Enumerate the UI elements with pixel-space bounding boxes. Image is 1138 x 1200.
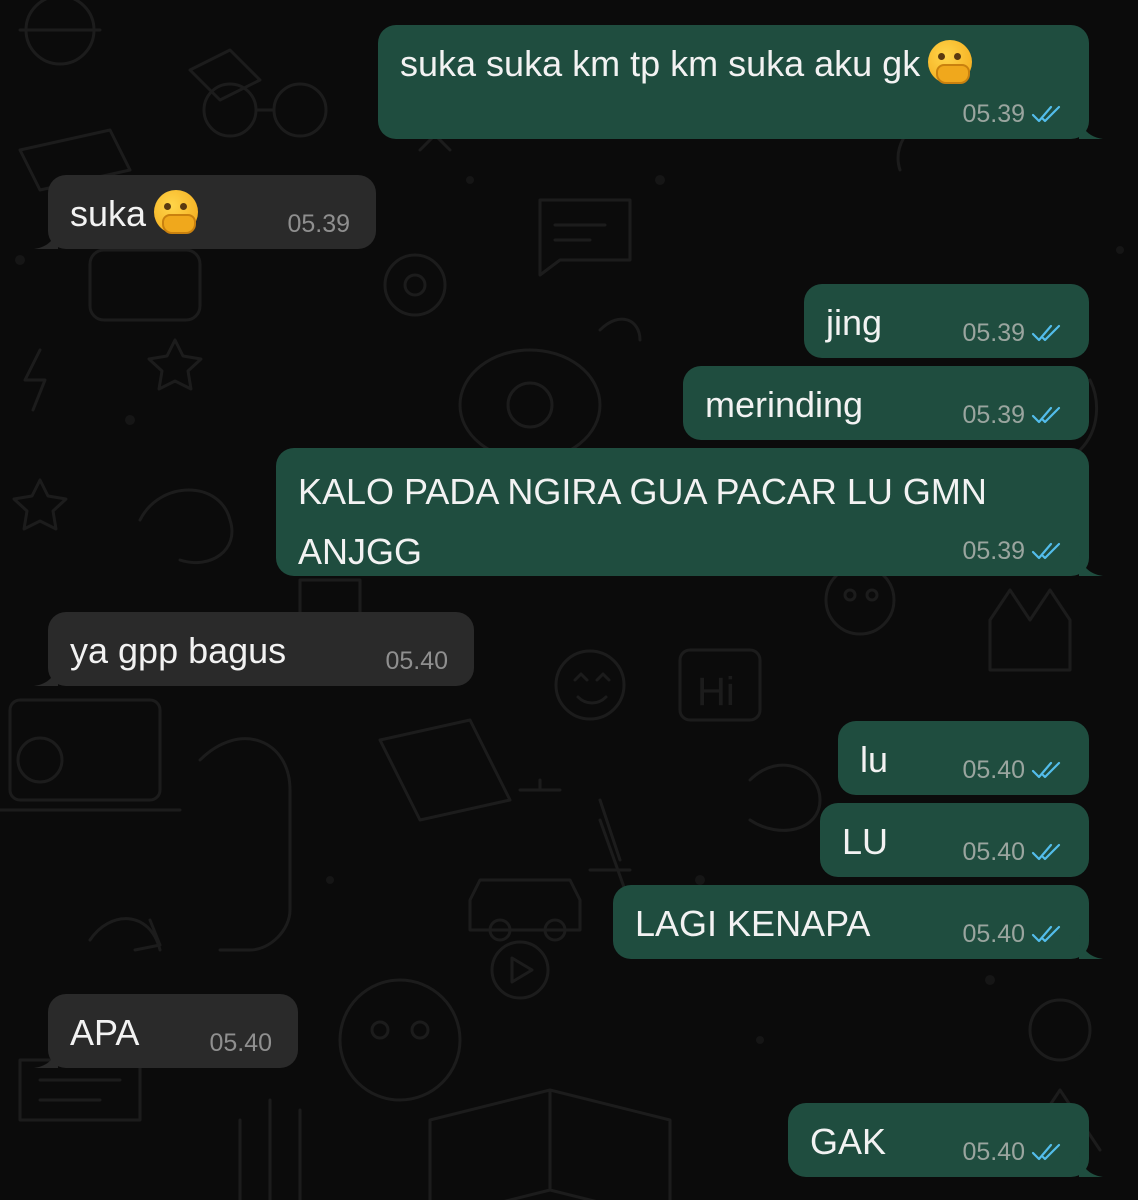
message-meta: 05.40 [962,837,1063,867]
message-time: 05.40 [385,647,448,675]
message-time: 05.40 [962,920,1025,948]
double-check-read-icon [1031,843,1061,861]
message-text: suka suka km tp km suka aku gk [400,37,1065,91]
double-check-read-icon [1031,406,1061,424]
bubble-tail [1079,1153,1103,1177]
outgoing-message[interactable]: KALO PADA NGIRA GUA PACAR LU GMN ANJGG 0… [276,448,1103,576]
message-meta: 05.39 [962,536,1063,566]
double-check-read-icon [1031,925,1061,943]
double-check-read-icon [1031,761,1061,779]
incoming-message[interactable]: suka 05.39 [34,175,376,249]
message-meta: 05.40 [962,1137,1063,1167]
double-check-read-icon [1031,542,1061,560]
bubble-tail [1079,552,1103,576]
outgoing-message[interactable]: merinding 05.39 [683,366,1089,440]
face-with-hand-over-mouth-emoji [928,40,973,84]
message-time: 05.40 [962,838,1025,866]
bubble-tail [34,1044,58,1068]
message-meta: 05.40 [209,1028,272,1058]
message-meta: 05.39 [962,400,1063,430]
message-time: 05.40 [209,1029,272,1057]
message-meta: 05.39 [962,318,1063,348]
double-check-read-icon [1031,324,1061,342]
double-check-read-icon [1031,1143,1061,1161]
double-check-read-icon [1031,105,1061,123]
outgoing-message[interactable]: GAK 05.40 [788,1103,1103,1177]
svg-text:Hi: Hi [697,670,735,714]
message-meta: 05.39 [962,99,1063,129]
bubble-tail [1079,935,1103,959]
bubble-tail [34,225,58,249]
bubble-tail [1079,115,1103,139]
message-time: 05.39 [962,401,1025,429]
message-time: 05.39 [962,537,1025,565]
message-meta: 05.40 [962,919,1063,949]
message-meta: 05.40 [962,755,1063,785]
outgoing-message[interactable]: jing 05.39 [804,284,1089,358]
message-meta: 05.39 [287,209,350,239]
message-meta: 05.40 [385,646,448,676]
outgoing-message[interactable]: lu 05.40 [838,721,1089,795]
message-time: 05.39 [962,319,1025,347]
message-text: KALO PADA NGIRA GUA PACAR LU GMN ANJGG [298,471,995,572]
message-time: 05.39 [962,100,1025,128]
outgoing-message[interactable]: LAGI KENAPA 05.40 [613,885,1103,959]
outgoing-message[interactable]: suka suka km tp km suka aku gk 05.39 [378,25,1103,139]
incoming-message[interactable]: ya gpp bagus 05.40 [34,612,474,686]
message-time: 05.40 [962,1138,1025,1166]
face-with-hand-over-mouth-emoji [154,190,199,234]
outgoing-message[interactable]: LU 05.40 [820,803,1089,877]
message-time: 05.40 [962,756,1025,784]
incoming-message[interactable]: APA 05.40 [34,994,298,1068]
message-time: 05.39 [287,210,350,238]
bubble-tail [34,662,58,686]
